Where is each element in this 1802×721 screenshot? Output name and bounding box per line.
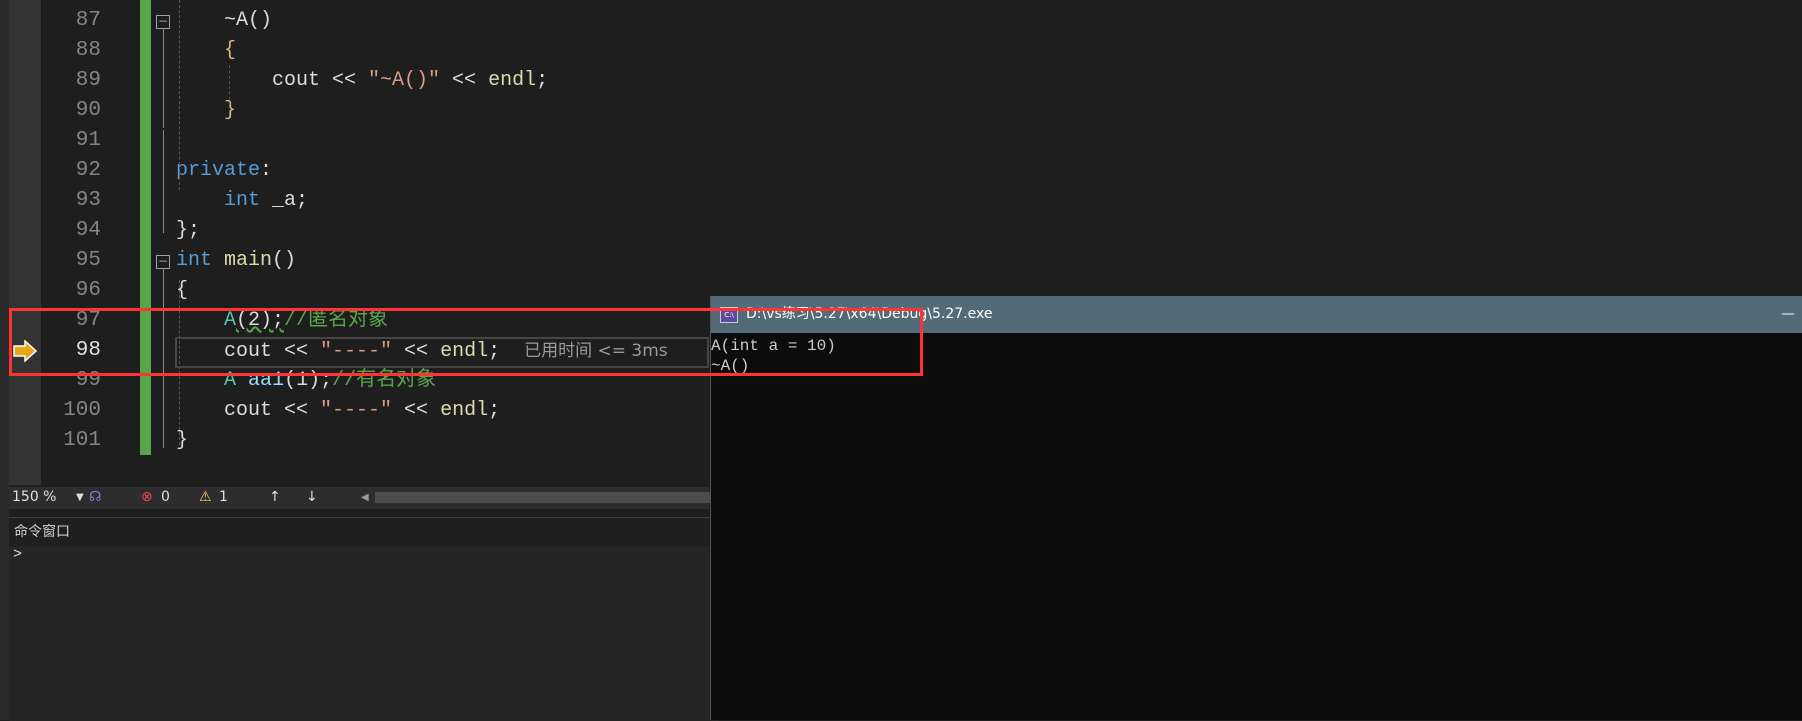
code-line[interactable]: }; <box>176 216 200 246</box>
fold-collapse-icon[interactable]: − <box>156 15 170 29</box>
command-prompt[interactable]: > <box>13 546 22 563</box>
chevron-down-icon[interactable]: ▼ <box>76 492 84 503</box>
line-number: 96 <box>75 279 101 302</box>
code-token: : <box>260 159 273 182</box>
arrow-up-icon[interactable]: ↑ <box>269 489 281 505</box>
code-line[interactable]: { <box>176 36 236 66</box>
code-token: "----" <box>320 399 393 422</box>
error-icon[interactable]: ⊗ <box>141 489 153 505</box>
horizontal-scrollbar[interactable] <box>375 492 710 503</box>
indent-guide <box>179 0 180 190</box>
code-token: << <box>440 69 489 92</box>
code-token: int <box>224 189 261 212</box>
code-token: << <box>392 399 441 422</box>
left-edge <box>0 0 9 720</box>
code-token: () <box>272 249 297 272</box>
code-line[interactable]: } <box>176 96 236 126</box>
code-line[interactable]: ~A() <box>176 6 272 36</box>
line-number: 100 <box>63 399 101 422</box>
intellicode-icon[interactable]: ☊ <box>89 489 101 505</box>
code-token: main <box>224 249 273 272</box>
annotation-red-rectangle <box>9 308 923 376</box>
indent-guide <box>229 65 230 105</box>
line-number: 101 <box>63 429 101 452</box>
line-number: 94 <box>75 219 101 242</box>
code-line[interactable]: int main() <box>176 246 296 276</box>
zoom-level-dropdown[interactable]: 150 % <box>12 489 56 505</box>
change-tracking-bar <box>140 0 151 455</box>
code-token: { <box>176 39 237 62</box>
code-line[interactable]: cout << "~A()" << endl; <box>176 66 548 96</box>
line-number: 89 <box>75 69 101 92</box>
code-token: int <box>176 249 213 272</box>
line-number: 87 <box>75 9 101 32</box>
line-number: 92 <box>75 159 101 182</box>
minimize-button[interactable]: — <box>1781 296 1795 333</box>
code-token: ; <box>536 69 549 92</box>
line-number: 88 <box>75 39 101 62</box>
warning-count[interactable]: 1 <box>219 489 228 505</box>
code-token: { <box>176 279 189 302</box>
code-token: cout << <box>176 69 369 92</box>
scroll-left-icon[interactable]: ◀ <box>361 492 369 503</box>
command-window-title: 命令窗口 <box>9 518 719 546</box>
warning-icon[interactable]: ⚠ <box>199 489 212 505</box>
line-number: 95 <box>75 249 101 272</box>
code-line[interactable]: } <box>176 426 188 456</box>
command-window[interactable]: 命令窗口 > <box>9 517 719 721</box>
code-token: "~A()" <box>368 69 441 92</box>
line-number: 93 <box>75 189 101 212</box>
code-token: private <box>176 159 261 182</box>
code-token: }; <box>176 219 201 242</box>
fold-collapse-icon[interactable]: − <box>156 255 170 269</box>
code-line[interactable]: cout << "----" << endl; <box>176 396 500 426</box>
code-token: ~A() <box>176 9 273 32</box>
line-number: 90 <box>75 99 101 122</box>
code-token: } <box>176 429 189 452</box>
code-token: endl <box>488 69 537 92</box>
line-number: 91 <box>75 129 101 152</box>
code-line[interactable]: { <box>176 276 188 306</box>
code-token: } <box>176 99 237 122</box>
code-token: endl <box>440 399 489 422</box>
code-line[interactable]: private: <box>176 156 272 186</box>
fold-line <box>163 130 164 233</box>
code-token: ; <box>488 399 501 422</box>
code-token: _a; <box>260 189 309 212</box>
fold-line <box>163 28 164 128</box>
code-line[interactable]: int _a; <box>176 186 308 216</box>
glyph-margin[interactable] <box>9 0 41 485</box>
arrow-down-icon[interactable]: ↓ <box>306 489 318 505</box>
error-count[interactable]: 0 <box>161 489 170 505</box>
code-token: cout << <box>176 399 321 422</box>
